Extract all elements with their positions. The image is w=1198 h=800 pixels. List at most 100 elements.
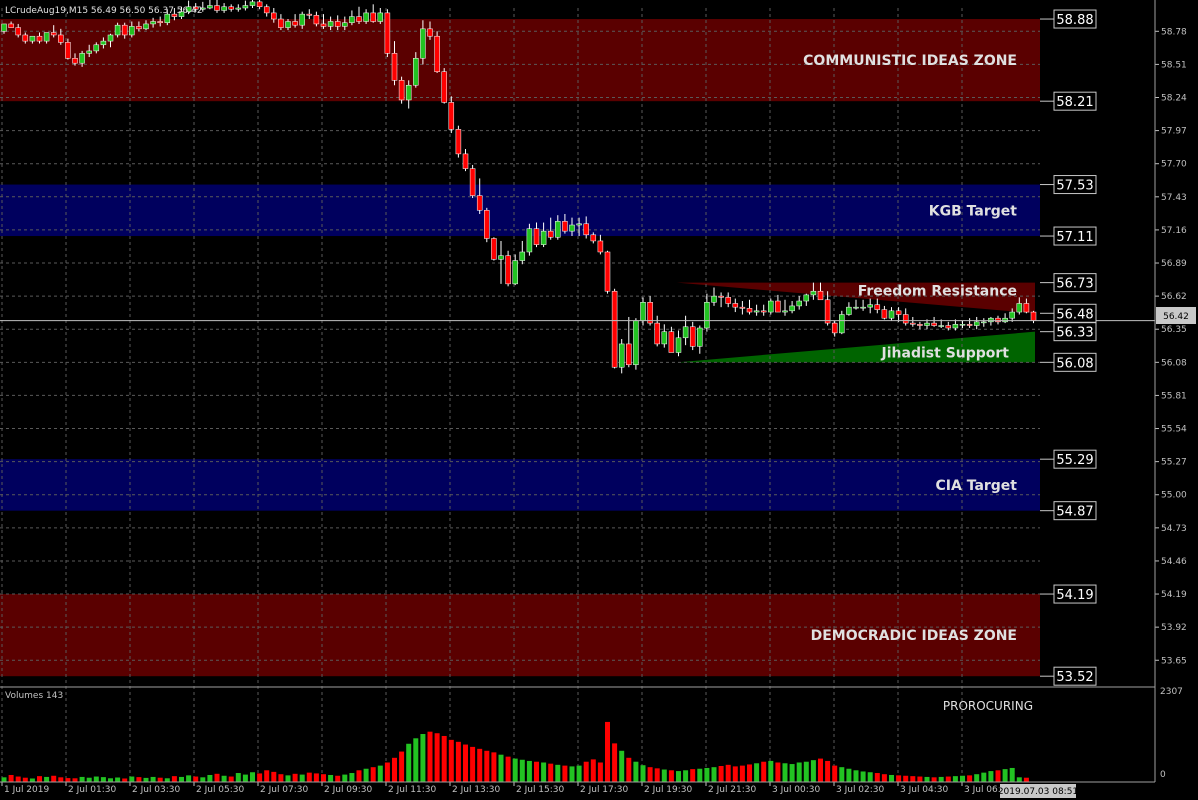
candle-body [263, 6, 270, 14]
candle-body [100, 40, 107, 46]
candle-body [746, 308, 753, 313]
volume-bar [960, 775, 965, 782]
volume-bar [264, 770, 270, 782]
y-tick-label: 58.78 [1161, 27, 1187, 37]
candle-body [874, 304, 881, 310]
candle-body [107, 34, 114, 42]
volume-bar [583, 761, 589, 782]
volume-bar [22, 777, 28, 782]
candle-body [569, 224, 575, 232]
y-tick-label: 56.35 [1161, 325, 1187, 335]
volume-bar [463, 744, 468, 782]
volume-bar [761, 761, 767, 782]
candle-body [384, 12, 391, 54]
volume-bar [278, 774, 284, 782]
candle-body [22, 34, 29, 42]
candle-body [725, 297, 731, 304]
candle-body [391, 53, 398, 81]
candle-body [604, 251, 611, 292]
volume-label: Volumes 143 [5, 691, 63, 701]
price-tag-label: 57.53 [1056, 179, 1093, 194]
volume-bar [377, 765, 383, 782]
volume-bar [51, 775, 57, 782]
candle-body [469, 168, 476, 196]
candle-body [256, 1, 263, 8]
volume-bar [647, 767, 653, 782]
volume-bar [654, 768, 660, 782]
volume-bar [484, 750, 490, 782]
candle-body [271, 12, 277, 20]
y-tick-label: 53.92 [1161, 623, 1187, 633]
volume-bar [676, 771, 681, 782]
price-chart[interactable]: COMMUNISTIC IDEAS ZONE KGB Target CIA Targ… [0, 0, 1198, 800]
candle-body [661, 331, 668, 345]
candle-body [306, 13, 313, 16]
volume-bar [86, 777, 92, 782]
volume-bar [15, 776, 21, 782]
volume-bar [910, 776, 916, 782]
volume-bar [221, 775, 227, 782]
volume-bar [392, 757, 397, 782]
price-tag-label: 53.52 [1056, 670, 1093, 685]
candle-body [356, 16, 362, 22]
candle-body [420, 28, 426, 59]
price-tag-label: 56.73 [1056, 277, 1093, 292]
volume-bar [747, 764, 752, 782]
volume-bar [370, 767, 376, 782]
candle-body [299, 13, 305, 26]
volume-bar [967, 775, 973, 782]
y-tick-label: 57.43 [1161, 193, 1187, 203]
candle-body [43, 32, 50, 42]
candle-body [782, 310, 788, 313]
candle-body [839, 314, 845, 334]
candle-body [320, 23, 327, 27]
candle-body [65, 42, 71, 59]
candle-body [1009, 311, 1015, 319]
candle-body [647, 301, 653, 324]
volume-bar [292, 773, 298, 782]
volume-bar [853, 770, 859, 782]
candle-body [846, 306, 852, 315]
candle-body [597, 240, 604, 253]
volume-bar [668, 770, 674, 782]
candle-body [1, 23, 7, 32]
x-tick-label: 2 Jul 01:30 [68, 785, 117, 795]
volume-bar [860, 771, 866, 782]
volume-bar [1023, 777, 1029, 782]
volume-bar [768, 760, 774, 782]
candle-body [349, 16, 355, 23]
candle-body [121, 24, 128, 36]
volume-bar [519, 759, 525, 782]
candle-body [434, 35, 440, 73]
candle-body [1023, 303, 1030, 313]
volume-bar [903, 775, 909, 782]
volume-bar [867, 772, 873, 782]
x-tick-label: 3 Jul 00:30 [772, 785, 821, 795]
y-tick-label: 56.62 [1161, 292, 1187, 302]
candle-body [58, 34, 64, 43]
volume-bar [164, 778, 170, 782]
volume-bar [321, 774, 326, 782]
volume-bar [427, 731, 433, 782]
volume-bar [1016, 777, 1022, 782]
volume-bar [697, 768, 703, 782]
candle-body [682, 326, 689, 339]
candle-body [732, 303, 739, 308]
volume-bar [775, 762, 781, 782]
x-tick-label: 2 Jul 19:30 [644, 785, 693, 795]
candle-body [853, 306, 859, 309]
volume-bar [65, 778, 71, 782]
candle-body [292, 21, 298, 26]
candle-body [405, 84, 412, 101]
x-tick-label: 2 Jul 03:30 [132, 785, 181, 795]
volume-bar [555, 764, 561, 782]
candle-body [981, 321, 987, 324]
candle-body [689, 326, 696, 347]
volume-bar [803, 761, 809, 782]
candle-body [590, 234, 597, 242]
y-tick-label: 58.51 [1161, 60, 1187, 70]
candle-body [79, 53, 85, 64]
candle-body [902, 314, 909, 324]
candle-body [547, 230, 554, 238]
volume-bar [342, 774, 348, 782]
